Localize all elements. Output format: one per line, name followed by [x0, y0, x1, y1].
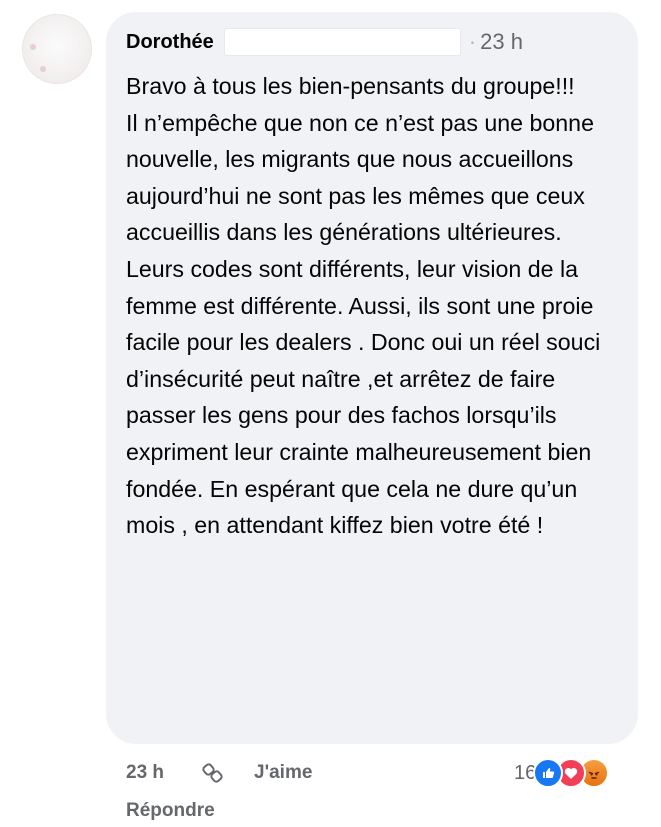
redacted-name-box	[223, 28, 461, 56]
author-name[interactable]: Dorothée	[126, 31, 214, 54]
reactions-summary[interactable]: 16	[514, 758, 610, 788]
reply-button[interactable]: Répondre	[126, 800, 215, 822]
comment-text: Bravo à tous les bien-pensants du groupe…	[126, 73, 601, 539]
comment-timestamp-text: 23 h	[480, 29, 523, 54]
comment-header: Dorothée · 23 h	[126, 28, 523, 56]
avatar-detail	[40, 66, 46, 72]
like-button[interactable]: J'aime	[254, 762, 312, 784]
action-timestamp[interactable]: 23 h	[126, 762, 164, 784]
like-reaction-icon	[533, 758, 564, 788]
link-icon[interactable]	[200, 760, 226, 786]
avatar-detail	[30, 44, 36, 50]
comment-bubble: Dorothée · 23 h Bravo à tous les bien-pen…	[106, 12, 638, 744]
avatar[interactable]	[22, 14, 92, 84]
comment-actions: 23 h J'aime	[126, 760, 312, 786]
comment-timestamp[interactable]: · 23 h	[469, 29, 523, 55]
separator-dot: ·	[468, 29, 477, 54]
